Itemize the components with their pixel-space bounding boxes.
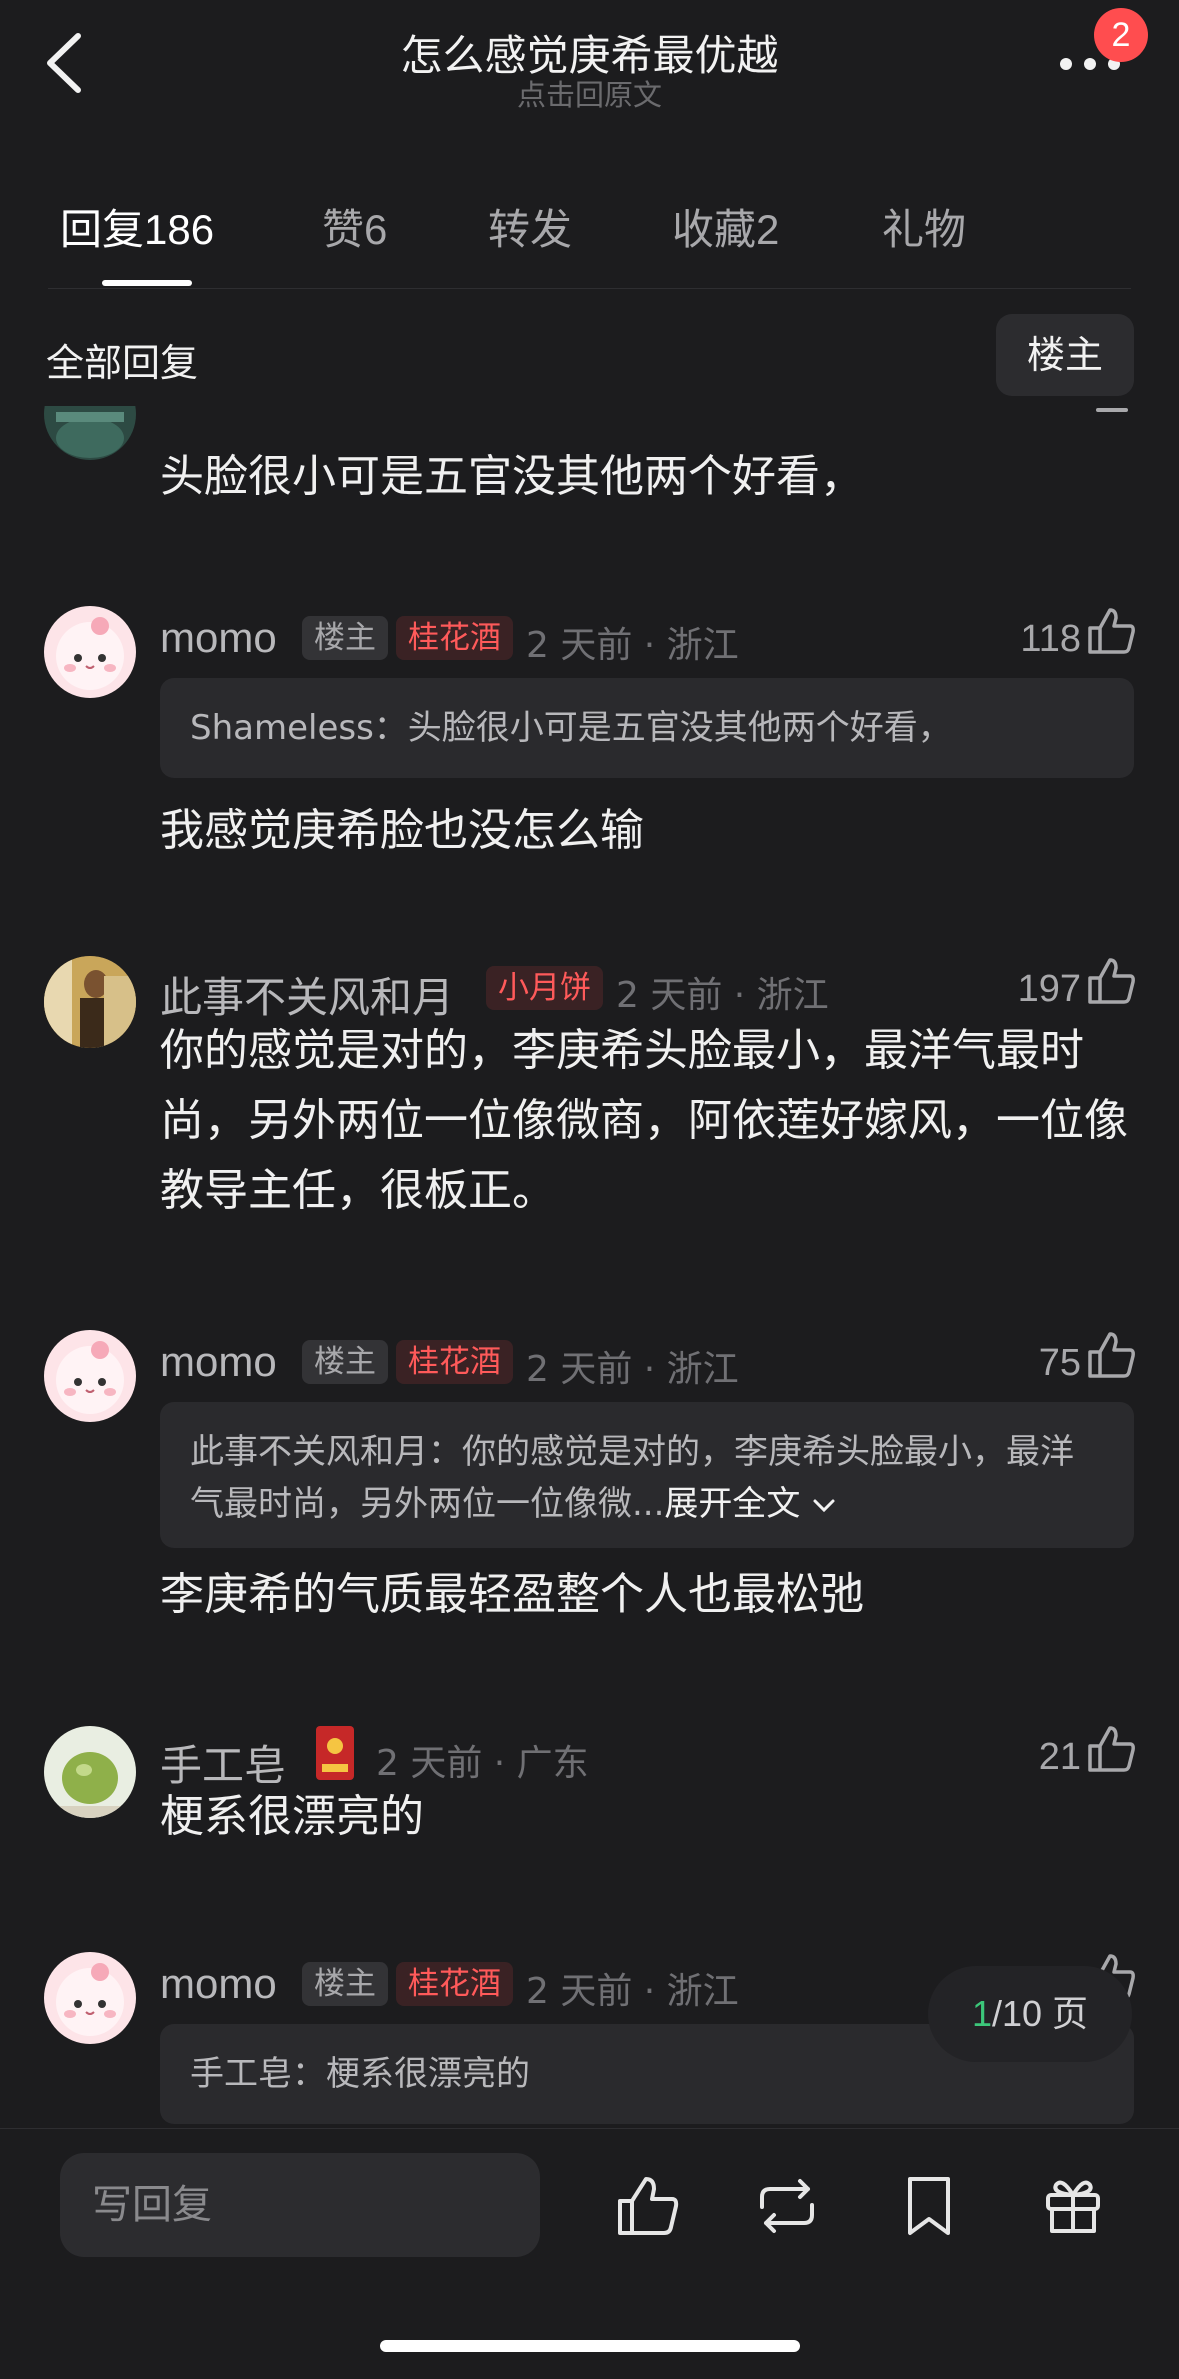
tab-replies[interactable]: 回复186 <box>60 196 214 257</box>
host-badge: 楼主 <box>302 1962 388 2006</box>
quoted-reply[interactable]: Shameless：头脸很小可是五官没其他两个好看， <box>160 678 1134 778</box>
thumbs-up-icon[interactable] <box>1094 406 1130 420</box>
username[interactable]: momo <box>160 1960 277 2008</box>
quote-text: 手工皂：梗系很漂亮的 <box>190 2054 530 2094</box>
gift-icon[interactable] <box>1038 2171 1108 2241</box>
comment-text: 头脸很小可是五官没其他两个好看， <box>160 451 864 502</box>
avatar[interactable] <box>44 1952 136 2044</box>
avatar[interactable] <box>44 406 136 460</box>
host-badge: 楼主 <box>302 616 388 660</box>
expand-label: 展开全文 <box>664 1484 801 1524</box>
top-nav-bar: 怎么感觉庚希最优越 点击回原文 2 <box>0 0 1179 120</box>
host-badge: 楼主 <box>302 1340 388 1384</box>
like-count: 197 <box>1017 968 1081 1010</box>
like-count: 21 <box>1038 1736 1081 1778</box>
chevron-down-icon <box>813 1499 835 1512</box>
like-count: 75 <box>1038 1342 1081 1384</box>
comment-list[interactable]: 头脸很小可是五官没其他两个好看， momo 楼主 桂花酒 2 天前 · 浙江 1… <box>0 406 1179 2128</box>
tab-gifts[interactable]: 礼物 <box>882 196 966 257</box>
bookmark-icon[interactable] <box>894 2171 964 2241</box>
username[interactable]: momo <box>160 1338 277 1386</box>
comment-meta: 2 天前 · 浙江 <box>526 1971 739 2012</box>
avatar[interactable] <box>44 606 136 698</box>
comment-text: 我感觉庚希脸也没怎么输 <box>160 805 644 856</box>
expand-full-text-link[interactable]: 展开全文 <box>664 1484 837 1524</box>
tab-count: 186 <box>144 206 215 253</box>
tab-bar: 回复186 赞6 转发 收藏2 礼物 <box>0 190 1179 290</box>
thumbs-up-icon[interactable] <box>1084 1724 1138 1774</box>
gift-badge[interactable]: 桂花酒 <box>396 616 513 660</box>
comment-meta: 2 天前 · 浙江 <box>526 1349 739 1390</box>
tab-count: 2 <box>756 206 780 253</box>
tab-label: 回复 <box>60 205 145 254</box>
thumbs-up-icon[interactable] <box>1084 606 1138 656</box>
gift-badge[interactable]: 小月饼 <box>486 966 603 1010</box>
tab-shares[interactable]: 转发 <box>488 196 572 257</box>
page-indicator[interactable]: 1/10 页 <box>928 1966 1132 2062</box>
quote-text: 此事不关风和月：你的感觉是对的，李庚希头脸最小，最洋气最时尚，另外两位一位像微.… <box>190 1432 1074 1524</box>
avatar[interactable] <box>44 956 136 1048</box>
comment-text: 李庚希的气质最轻盈整个人也最松弛 <box>160 1569 864 1620</box>
comment-meta: 2 天前 · 浙江 <box>616 975 829 1016</box>
reply-filter-row: 全部回复 楼主 <box>0 310 1179 406</box>
red-envelope-badge-icon <box>316 1726 354 1780</box>
comment-text: 梗系很漂亮的 <box>160 1791 424 1842</box>
like-icon[interactable] <box>612 2171 682 2241</box>
tab-count: 6 <box>364 206 388 253</box>
reply-input[interactable]: 写回复 <box>60 2153 540 2257</box>
thumbs-up-icon[interactable] <box>1084 1330 1138 1380</box>
notification-badge: 2 <box>1094 8 1148 62</box>
tab-label: 赞 <box>322 205 365 254</box>
comment-meta: 2 天前 · 浙江 <box>526 625 739 666</box>
tab-favorites[interactable]: 收藏2 <box>672 196 779 257</box>
divider <box>48 288 1131 289</box>
comment-meta: 2 天前 · 广东 <box>376 1743 589 1784</box>
tab-label: 转发 <box>488 205 573 254</box>
back-to-post-link[interactable]: 点击回原文 <box>0 72 1179 114</box>
repost-icon[interactable] <box>752 2171 822 2241</box>
username[interactable]: momo <box>160 614 277 662</box>
thumbs-up-icon[interactable] <box>1084 956 1138 1006</box>
avatar[interactable] <box>44 1330 136 1422</box>
tab-likes[interactable]: 赞6 <box>322 196 387 257</box>
avatar[interactable] <box>44 1726 136 1818</box>
current-page: 1 <box>971 1993 992 2034</box>
active-tab-indicator <box>102 280 192 286</box>
all-replies-label[interactable]: 全部回复 <box>46 332 198 387</box>
comment-text: 你的感觉是对的，李庚希头脸最小，最洋气最时尚，另外两位一位像微商，阿依莲好嫁风，… <box>160 1025 1128 1216</box>
quoted-reply[interactable]: 此事不关风和月：你的感觉是对的，李庚希头脸最小，最洋气最时尚，另外两位一位像微.… <box>160 1402 1134 1548</box>
tab-label: 收藏 <box>672 205 757 254</box>
like-count: 118 <box>1020 618 1081 660</box>
gift-badge[interactable]: 桂花酒 <box>396 1340 513 1384</box>
quote-text: Shameless：头脸很小可是五官没其他两个好看， <box>190 708 952 748</box>
total-pages: /10 页 <box>991 1993 1089 2034</box>
gift-badge[interactable]: 桂花酒 <box>396 1962 513 2006</box>
host-only-button[interactable]: 楼主 <box>996 314 1134 396</box>
tab-label: 礼物 <box>882 205 967 254</box>
home-indicator <box>380 2340 800 2352</box>
